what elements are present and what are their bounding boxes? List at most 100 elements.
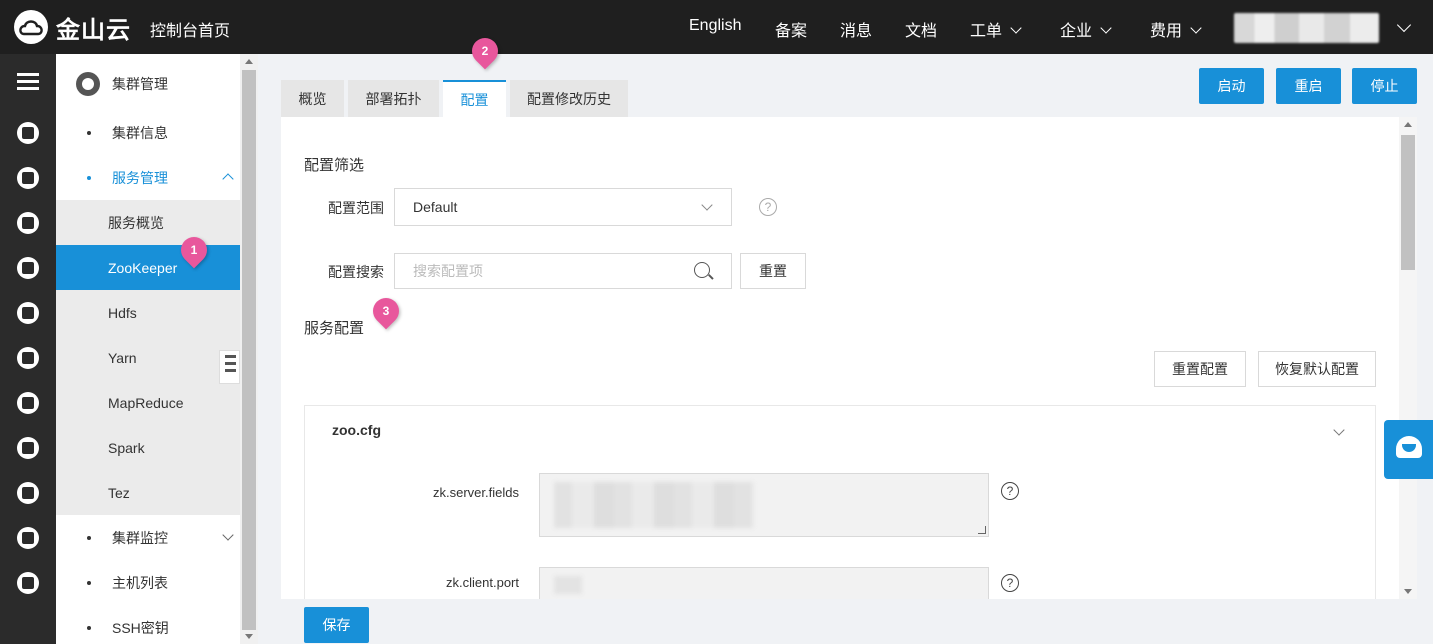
- help-icon[interactable]: ?: [1001, 482, 1019, 500]
- chevron-down-icon: [1100, 22, 1112, 34]
- annotation-marker-3: 3: [367, 292, 405, 330]
- bullet-icon: [87, 625, 91, 630]
- product-icon-rail: [0, 54, 56, 644]
- service-config-title: 服务配置: [304, 320, 365, 337]
- sidebar-service-tez[interactable]: Tez: [56, 470, 240, 515]
- config-file-name: zoo.cfg: [332, 422, 381, 438]
- cloud-sync-icon[interactable]: [17, 392, 39, 414]
- cloud-logo-icon: [14, 10, 48, 44]
- scroll-down-icon[interactable]: [245, 634, 253, 639]
- network-icon[interactable]: [17, 347, 39, 369]
- config-key-label: zk.server.fields: [433, 485, 519, 500]
- nav-docs[interactable]: 文档: [905, 17, 937, 41]
- config-scope-label: 配置范围: [328, 200, 384, 216]
- menu-icon[interactable]: [17, 73, 39, 94]
- bullet-icon: [87, 535, 91, 540]
- save-button[interactable]: 保存: [304, 607, 369, 643]
- sidebar-item-label: 服务管理: [112, 169, 168, 186]
- scroll-up-icon[interactable]: [245, 59, 253, 64]
- chevron-down-icon: [701, 199, 713, 211]
- sidebar-item-host-list[interactable]: 主机列表: [56, 560, 240, 605]
- console-home-link[interactable]: 控制台首页: [150, 17, 230, 41]
- restore-default-config-button[interactable]: 恢复默认配置: [1258, 351, 1376, 387]
- stop-button[interactable]: 停止: [1352, 68, 1417, 104]
- bullet-icon: [87, 580, 91, 585]
- nav-messages-label: 消息: [840, 23, 873, 40]
- search-icon[interactable]: [694, 262, 710, 278]
- chevron-down-icon: [222, 529, 234, 541]
- reset-search-button[interactable]: 重置: [740, 253, 806, 289]
- bullet-icon: [87, 130, 91, 135]
- sidebar-service-mapreduce[interactable]: MapReduce: [56, 380, 240, 425]
- sidebar-item-label: 主机列表: [112, 574, 168, 591]
- chevron-up-icon: [222, 173, 234, 185]
- nav-messages[interactable]: 消息: [840, 17, 872, 41]
- resize-handle-icon[interactable]: [978, 526, 986, 534]
- annotation-marker-1: 1: [175, 231, 213, 269]
- chevron-down-icon: [1010, 22, 1022, 34]
- top-bar: 金山云 控制台首页 English 备案 消息 文档 工单 企业 费用: [0, 0, 1433, 54]
- start-button[interactable]: 启动: [1199, 68, 1264, 104]
- sidebar-header: 集群管理: [56, 62, 240, 106]
- config-filter-title: 配置筛选: [304, 157, 365, 174]
- logo[interactable]: 金山云: [14, 10, 131, 44]
- sidebar-service-overview[interactable]: 服务概览: [56, 200, 240, 245]
- scroll-down-icon[interactable]: [1404, 589, 1412, 594]
- nav-billing[interactable]: 费用: [1150, 17, 1202, 41]
- redacted-value: [554, 576, 582, 594]
- config-panel: 配置筛选 配置范围 Default ? 配置搜索 重置 服务配置 重置配置 恢复…: [281, 117, 1399, 599]
- server-icon[interactable]: [17, 257, 39, 279]
- chevron-down-icon[interactable]: [1396, 17, 1412, 33]
- sidebar-collapse-handle[interactable]: [219, 350, 240, 384]
- nav-enterprise[interactable]: 企业: [1060, 17, 1112, 41]
- scrollbar-thumb[interactable]: [242, 70, 256, 630]
- user-account-redacted[interactable]: [1234, 13, 1379, 43]
- config-scope-select[interactable]: Default: [394, 188, 732, 226]
- mail-icon[interactable]: [17, 527, 39, 549]
- config-search-label: 配置搜索: [328, 264, 384, 280]
- nav-tickets-label: 工单: [970, 23, 1003, 40]
- sidebar-item-label: SSH密钥: [112, 619, 169, 636]
- nav-filing[interactable]: 备案: [775, 17, 807, 41]
- help-icon[interactable]: ?: [759, 198, 777, 216]
- config-search-input[interactable]: [394, 253, 732, 289]
- bullet-icon: [87, 175, 91, 180]
- config-key-label: zk.client.port: [446, 575, 519, 590]
- sidebar-scrollbar[interactable]: [240, 54, 258, 644]
- tab-configuration[interactable]: 配置: [443, 80, 506, 117]
- config-value-input[interactable]: [539, 567, 989, 599]
- nav-filing-label: 备案: [775, 23, 808, 40]
- sidebar-item-cluster-info[interactable]: 集群信息: [56, 110, 240, 155]
- sidebar-service-yarn[interactable]: Yarn: [56, 335, 240, 380]
- main-scrollbar[interactable]: [1399, 117, 1417, 599]
- help-icon[interactable]: ?: [1001, 574, 1019, 592]
- upload-icon[interactable]: [17, 482, 39, 504]
- sidebar-item-ssh-key[interactable]: SSH密钥: [56, 605, 240, 644]
- sidebar-item-service-management[interactable]: 服务管理: [56, 155, 240, 200]
- sidebar-item-cluster-monitor[interactable]: 集群监控: [56, 515, 240, 560]
- tab-overview[interactable]: 概览: [281, 80, 344, 117]
- nav-enterprise-label: 企业: [1060, 23, 1093, 40]
- tab-config-history[interactable]: 配置修改历史: [510, 80, 628, 117]
- restart-button[interactable]: 重启: [1276, 68, 1341, 104]
- id-card-icon[interactable]: [17, 572, 39, 594]
- sidebar-service-zookeeper[interactable]: ZooKeeper: [56, 245, 240, 290]
- chevron-down-icon[interactable]: [1333, 424, 1345, 436]
- layers-icon[interactable]: [17, 437, 39, 459]
- sidebar-item-label: 集群信息: [112, 124, 168, 141]
- cluster-icon[interactable]: [17, 122, 39, 144]
- scrollbar-thumb[interactable]: [1401, 135, 1415, 270]
- nav-english[interactable]: English: [689, 17, 741, 35]
- database-icon[interactable]: [17, 167, 39, 189]
- config-value-textarea[interactable]: [539, 473, 989, 537]
- storage-icon[interactable]: [17, 212, 39, 234]
- sidebar-item-label: 集群监控: [112, 529, 168, 546]
- tab-deployment-topology[interactable]: 部署拓扑: [348, 80, 439, 117]
- reset-config-button[interactable]: 重置配置: [1154, 351, 1246, 387]
- scroll-up-icon[interactable]: [1404, 122, 1412, 127]
- nav-tickets[interactable]: 工单: [970, 17, 1022, 41]
- monitor-icon[interactable]: [17, 302, 39, 324]
- customer-service-icon[interactable]: [1384, 420, 1433, 479]
- sidebar-service-hdfs[interactable]: Hdfs: [56, 290, 240, 335]
- sidebar-service-spark[interactable]: Spark: [56, 425, 240, 470]
